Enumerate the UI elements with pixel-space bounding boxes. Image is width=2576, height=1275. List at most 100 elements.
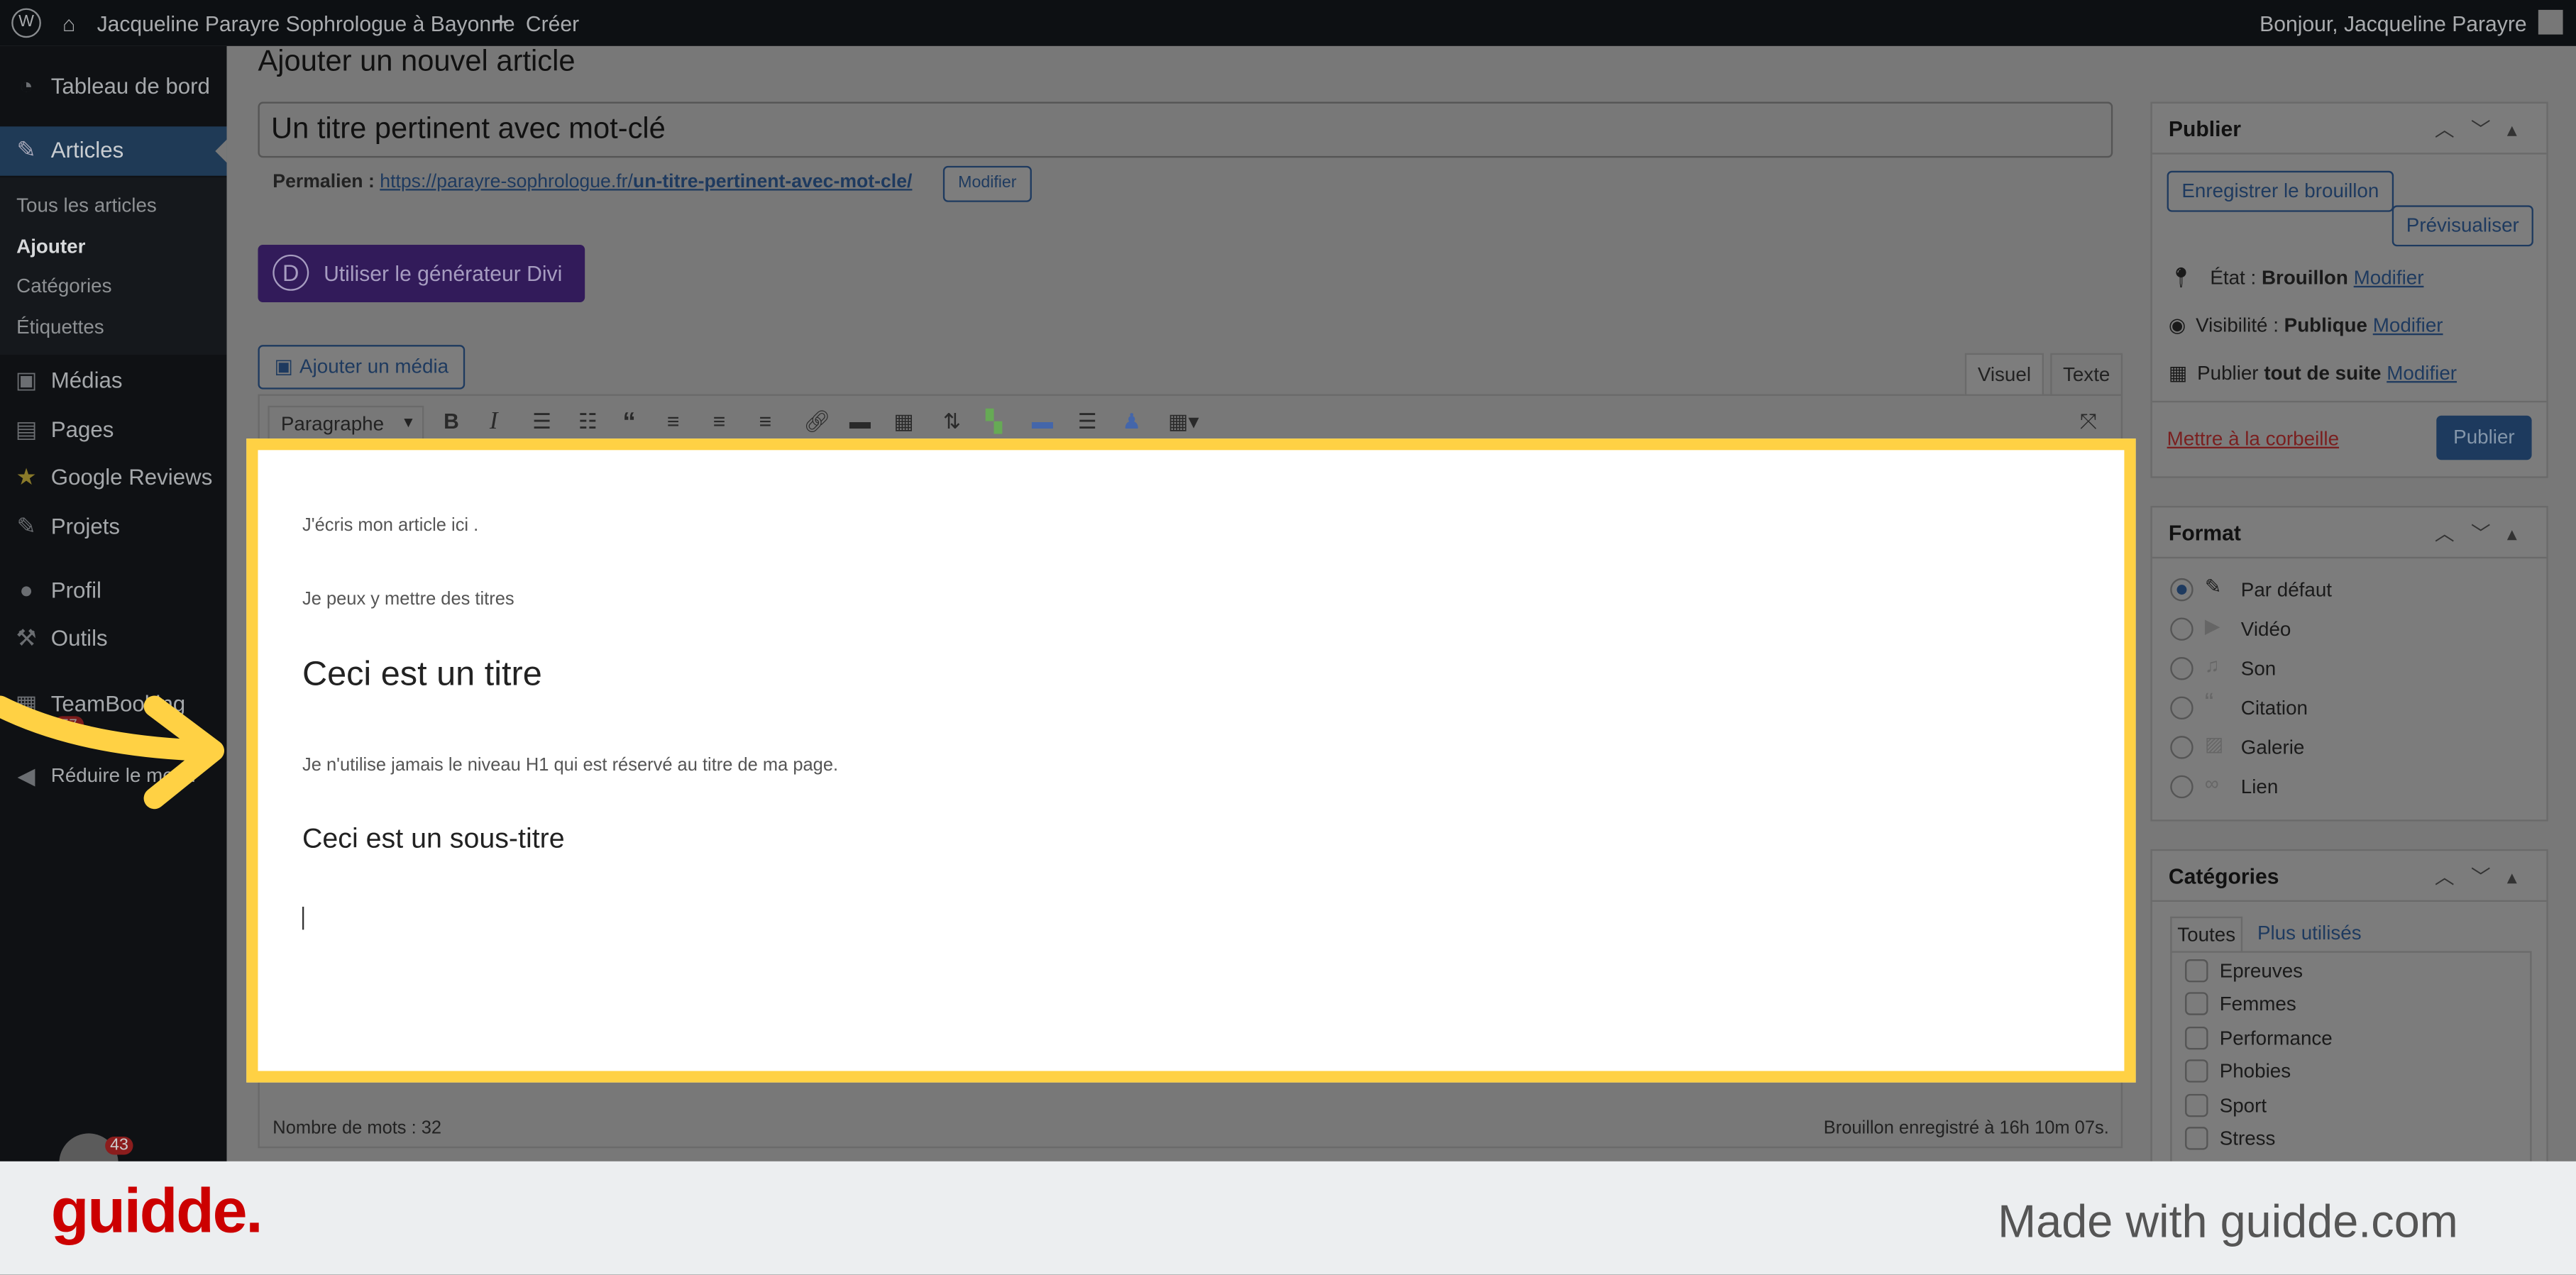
trash-link[interactable]: Mettre à la corbeille: [2167, 427, 2339, 450]
italic-icon[interactable]: I: [490, 409, 498, 436]
category-checkbox[interactable]: [2185, 1127, 2208, 1150]
format-panel: Format ︿﹀▴ ✎ ▶ ♫ “ ▨ ∞ Par défaut Vidéo S…: [2150, 506, 2548, 822]
editor-tab-visual[interactable]: Visuel: [1964, 353, 2044, 394]
heading-h3: Ceci est un sous-titre: [302, 822, 565, 854]
sidebar-item-dashboard[interactable]: ◔ Tableau de bord: [0, 66, 226, 109]
quote-icon: “: [2204, 690, 2214, 718]
preview-button[interactable]: Prévisualiser: [2391, 205, 2533, 247]
category-checkbox[interactable]: [2185, 1059, 2208, 1083]
fullscreen-icon[interactable]: ⤧: [2080, 409, 2097, 435]
format-select[interactable]: Paragraphe ▼: [268, 405, 424, 442]
pin-icon: ✎: [16, 136, 36, 163]
media-icon: ▣: [15, 366, 38, 393]
numbered-list-icon[interactable]: ☷: [578, 409, 598, 435]
category-checkbox[interactable]: [2185, 1026, 2208, 1050]
schedule-row: ▦ Publier tout de suite Modifier: [2168, 361, 2457, 385]
made-with-text: Made with guidde.com: [1998, 1196, 2458, 1247]
sidebar-item-tools[interactable]: ⚒ Outils: [0, 617, 226, 660]
format-radio-link[interactable]: [2170, 775, 2194, 799]
visibility-row: ◉ Visibilité : Publique Modifier: [2168, 314, 2443, 337]
format-radio-quote[interactable]: [2170, 696, 2194, 720]
paragraph: Je peux y mettre des titres: [302, 590, 514, 609]
submenu-categories[interactable]: Catégories: [16, 275, 111, 297]
calendar-icon[interactable]: ▦▾: [1168, 409, 1199, 435]
person-icon[interactable]: ♟: [1122, 409, 1141, 435]
pin-icon: 📍︎: [2168, 266, 2194, 289]
category-label: Epreuves: [2219, 959, 2303, 983]
permalink-edit-button[interactable]: Modifier: [942, 165, 1032, 202]
format-label: Citation: [2240, 696, 2308, 720]
category-checkbox[interactable]: [2185, 959, 2208, 983]
blockquote-icon[interactable]: “: [622, 409, 636, 438]
site-name-link[interactable]: Jacqueline Parayre Sophrologue à Bayonne: [97, 11, 515, 36]
editor-tab-text[interactable]: Texte: [2050, 353, 2123, 396]
read-more-icon[interactable]: ▬: [849, 409, 871, 434]
sidebar-item-google-reviews[interactable]: ★ Google Reviews: [0, 457, 226, 499]
post-title-input[interactable]: Un titre pertinent avec mot-clé: [258, 101, 2113, 158]
sidebar-item-pages[interactable]: ▤ Pages: [0, 409, 226, 451]
format-radio-default[interactable]: [2170, 578, 2194, 602]
admin-bar: W ⌂ Jacqueline Parayre Sophrologue à Bay…: [0, 0, 2576, 46]
bullet-list-icon[interactable]: ☰: [532, 409, 551, 435]
sort-icon[interactable]: ⇅: [943, 409, 961, 435]
create-link[interactable]: Créer: [526, 11, 579, 36]
avatar[interactable]: [2538, 9, 2563, 35]
category-checkbox[interactable]: [2185, 1093, 2208, 1117]
submenu-add[interactable]: Ajouter: [16, 235, 85, 258]
format-label: Son: [2240, 657, 2277, 680]
format-label: Vidéo: [2240, 617, 2291, 641]
format-radio-gallery[interactable]: [2170, 736, 2194, 759]
media-icon: ▣: [274, 355, 293, 378]
format-radio-video[interactable]: [2170, 617, 2194, 641]
edit-visibility-link[interactable]: Modifier: [2373, 314, 2443, 336]
pin-icon: ✎: [16, 512, 36, 539]
align-left-icon[interactable]: ≡: [667, 409, 680, 434]
panel-controls-icon[interactable]: ︿﹀▴: [2435, 115, 2533, 143]
category-label: Performance: [2219, 1026, 2333, 1050]
eye-icon: ◉: [2168, 314, 2186, 337]
category-checkbox[interactable]: [2185, 992, 2208, 1015]
format-radio-audio[interactable]: [2170, 657, 2194, 680]
star-icon: ★: [16, 463, 37, 490]
tab-all-categories[interactable]: Toutes: [2170, 916, 2243, 951]
greeting[interactable]: Bonjour, Jacqueline Parayre: [2259, 11, 2526, 36]
list-block-icon[interactable]: ☰: [1078, 409, 1097, 435]
sidebar-item-profile[interactable]: ● Profil: [0, 570, 226, 612]
columns-icon[interactable]: ▚: [986, 409, 1002, 435]
link-icon[interactable]: 🔗︎: [803, 409, 830, 435]
align-right-icon[interactable]: ≡: [759, 409, 772, 434]
draft-saved-status: Brouillon enregistré à 16h 10m 07s.: [1823, 1118, 2109, 1139]
paragraph: Je n'utilise jamais le niveau H1 qui est…: [302, 755, 839, 776]
page-title: Ajouter un nouvel article: [258, 44, 576, 77]
sidebar-item-articles[interactable]: ✎ Articles: [0, 126, 227, 176]
publish-panel: Publier ︿﹀▴ Enregistrer le brouillon Prév…: [2150, 101, 2548, 478]
current-arrow: [215, 139, 227, 163]
align-center-icon[interactable]: ≡: [713, 409, 726, 434]
layout-icon[interactable]: ▬: [1032, 409, 1053, 434]
video-icon: ▶: [2204, 614, 2220, 638]
submenu-all-articles[interactable]: Tous les articles: [16, 194, 157, 216]
tab-most-used[interactable]: Plus utilisés: [2257, 922, 2362, 944]
wrench-icon: ⚒: [16, 624, 37, 651]
editor-content[interactable]: J'écris mon article ici . Je peux y mett…: [246, 438, 2136, 1083]
toolbar-toggle-icon[interactable]: ▦: [893, 409, 913, 435]
submenu-tags[interactable]: Étiquettes: [16, 315, 104, 338]
format-label: Galerie: [2240, 736, 2305, 759]
add-media-button[interactable]: ▣ Ajouter un média: [258, 345, 466, 390]
edit-schedule-link[interactable]: Modifier: [2387, 361, 2457, 384]
pages-icon: ▤: [15, 415, 38, 442]
sidebar-item-projects[interactable]: ✎ Projets: [0, 506, 226, 548]
pointer-arrow-icon: [0, 695, 225, 810]
edit-status-link[interactable]: Modifier: [2354, 266, 2424, 289]
wordpress-logo-icon[interactable]: W: [11, 8, 41, 38]
save-draft-button[interactable]: Enregistrer le brouillon: [2167, 170, 2394, 212]
panel-controls-icon[interactable]: ︿﹀▴: [2435, 519, 2533, 547]
link-icon: ∞: [2204, 772, 2219, 795]
bold-icon[interactable]: B: [444, 409, 459, 434]
publish-button[interactable]: Publier: [2436, 415, 2532, 460]
sidebar-item-media[interactable]: ▣ Médias: [0, 360, 226, 402]
permalink-link[interactable]: https://parayre-sophrologue.fr/un-titre-…: [380, 172, 912, 192]
panel-controls-icon[interactable]: ︿﹀▴: [2435, 862, 2533, 890]
divi-builder-button[interactable]: D Utiliser le générateur Divi: [258, 244, 585, 302]
heading-h2: Ceci est un titre: [302, 655, 542, 693]
